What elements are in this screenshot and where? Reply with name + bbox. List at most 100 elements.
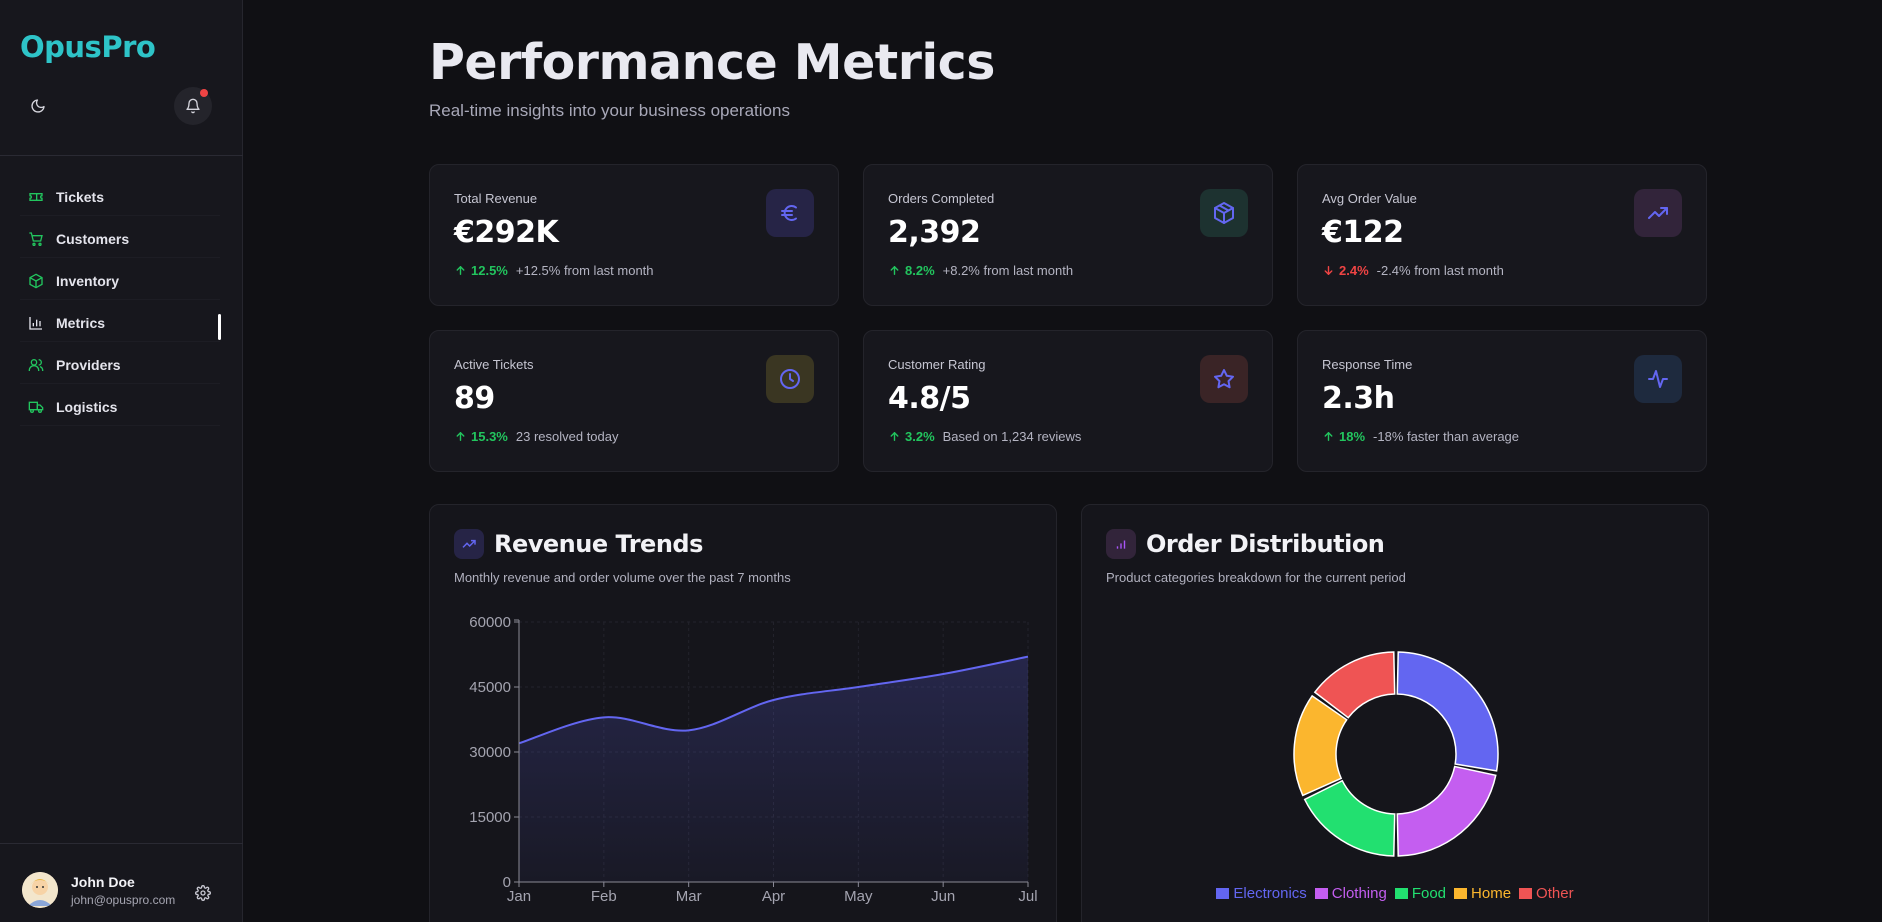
bar-chart-icon	[28, 315, 44, 331]
stat-change: 8.2% +8.2% from last month	[888, 263, 1073, 278]
donut-slice-clothing[interactable]	[1396, 765, 1497, 857]
x-tick-label: Jan	[507, 888, 531, 905]
stat-note: +8.2% from last month	[942, 263, 1074, 278]
y-tick-label: 15000	[469, 809, 511, 826]
bar-chart-icon	[1106, 529, 1136, 559]
sidebar-item-label: Providers	[56, 356, 121, 373]
theme-toggle-button[interactable]	[24, 95, 52, 117]
order-distribution-panel: Order Distribution Product categories br…	[1081, 504, 1709, 922]
trending-up-icon	[1634, 189, 1682, 237]
stat-card-response-time: Response Time 2.3h 18% -18% faster than ave…	[1297, 330, 1707, 472]
user-name: John Doe	[71, 873, 135, 890]
donut-slice-electronics[interactable]	[1396, 651, 1499, 772]
sidebar-item-customers[interactable]: Customers	[20, 220, 220, 258]
stat-percent: 12.5%	[471, 263, 508, 278]
settings-button[interactable]	[195, 885, 211, 901]
legend-swatch	[1394, 888, 1408, 899]
arrow-up-icon	[890, 432, 899, 441]
donut-slice-food[interactable]	[1303, 779, 1396, 857]
panel-subtitle: Product categories breakdown for the cur…	[1106, 570, 1406, 585]
stat-card-total-revenue: Total Revenue €292K 12.5% +12.5% from last …	[429, 164, 839, 306]
sidebar: OpusPro Tickets Customers Inventory Metr…	[0, 0, 243, 922]
sidebar-item-label: Customers	[56, 230, 130, 247]
truck-icon	[28, 399, 44, 415]
package-icon	[1200, 189, 1248, 237]
notification-badge	[200, 89, 208, 97]
stat-label: Total Revenue	[454, 191, 538, 206]
sidebar-item-inventory[interactable]: Inventory	[20, 262, 220, 300]
x-tick-label: Apr	[762, 888, 785, 905]
avatar	[22, 872, 58, 908]
stat-card-orders-completed: Orders Completed 2,392 8.2% +8.2% from last…	[863, 164, 1273, 306]
brand-logo[interactable]: OpusPro	[20, 30, 156, 64]
ticket-icon	[28, 189, 44, 205]
clock-icon	[766, 355, 814, 403]
star-icon	[1200, 355, 1248, 403]
page-title: Performance Metrics	[429, 34, 995, 91]
legend-label: Home	[1471, 885, 1512, 902]
euro-icon	[766, 189, 814, 237]
stat-label: Avg Order Value	[1322, 191, 1417, 206]
sidebar-item-tickets[interactable]: Tickets	[20, 178, 220, 216]
user-profile[interactable]: John Doe john@opuspro.com	[22, 872, 175, 908]
sidebar-item-label: Logistics	[56, 398, 118, 415]
stat-card-avg-order-value: Avg Order Value €122 2.4% -2.4% from last m…	[1297, 164, 1707, 306]
legend-label: Clothing	[1331, 885, 1387, 902]
stat-value: 4.8/5	[888, 381, 971, 416]
active-indicator	[218, 314, 221, 340]
sidebar-item-providers[interactable]: Providers	[20, 346, 220, 384]
legend-swatch	[1314, 888, 1328, 899]
legend-swatch	[1519, 888, 1533, 899]
x-tick-label: Mar	[676, 888, 702, 905]
legend-swatch	[1216, 888, 1230, 899]
users-icon	[28, 357, 44, 373]
bell-icon	[186, 98, 200, 114]
trending-up-icon	[454, 529, 484, 559]
notifications-button[interactable]	[174, 87, 212, 125]
stat-percent: 15.3%	[471, 429, 508, 444]
sidebar-item-label: Inventory	[56, 272, 120, 289]
y-tick-label: 45000	[469, 679, 511, 696]
stat-card-customer-rating: Customer Rating 4.8/5 3.2% Based on 1,234 r…	[863, 330, 1273, 472]
moon-icon	[31, 99, 45, 113]
sidebar-item-metrics[interactable]: Metrics	[20, 304, 221, 342]
x-tick-label: Jun	[931, 888, 955, 905]
arrow-up-icon	[456, 266, 465, 275]
stat-percent: 18%	[1339, 429, 1366, 444]
panel-title: Revenue Trends	[494, 530, 703, 558]
legend-item-electronics[interactable]: Electronics	[1216, 885, 1307, 902]
stat-value: €292K	[454, 215, 559, 250]
revenue-area-chart: 015000300004500060000Jan Feb Mar Apr May Jun J…	[469, 614, 1037, 905]
stat-card-active-tickets: Active Tickets 89 15.3% 23 resolved today	[429, 330, 839, 472]
stat-note: -18% faster than average	[1373, 429, 1520, 444]
sidebar-item-label: Tickets	[56, 188, 104, 205]
stat-note: +12.5% from last month	[515, 263, 654, 278]
arrow-down-icon	[1324, 266, 1333, 275]
stat-percent: 8.2%	[905, 263, 935, 278]
legend-item-home[interactable]: Home	[1454, 885, 1511, 902]
stat-value: €122	[1322, 215, 1404, 250]
gear-icon	[195, 885, 211, 901]
sidebar-item-logistics[interactable]: Logistics	[20, 388, 220, 426]
x-tick-label: Jul	[1018, 888, 1037, 905]
arrow-up-icon	[890, 266, 899, 275]
legend-item-food[interactable]: Food	[1394, 885, 1447, 902]
stat-change: 2.4% -2.4% from last month	[1322, 263, 1504, 278]
legend-item-clothing[interactable]: Clothing	[1314, 885, 1387, 902]
activity-icon	[1634, 355, 1682, 403]
stat-change: 18% -18% faster than average	[1322, 429, 1519, 444]
legend-label: Food	[1411, 885, 1447, 902]
stat-label: Active Tickets	[454, 357, 534, 372]
cart-icon	[28, 231, 44, 247]
order-donut-chart	[1293, 651, 1499, 857]
stat-value: 89	[454, 381, 495, 416]
legend-label: Electronics	[1233, 885, 1307, 902]
x-tick-label: Feb	[591, 888, 617, 905]
stat-value: 2.3h	[1322, 381, 1395, 416]
stat-percent: 3.2%	[905, 429, 935, 444]
stat-note: 23 resolved today	[515, 429, 619, 444]
panel-subtitle: Monthly revenue and order volume over th…	[454, 570, 791, 585]
user-email: john@opuspro.com	[71, 892, 176, 907]
legend-item-other[interactable]: Other	[1519, 885, 1574, 902]
stat-label: Customer Rating	[888, 357, 986, 372]
